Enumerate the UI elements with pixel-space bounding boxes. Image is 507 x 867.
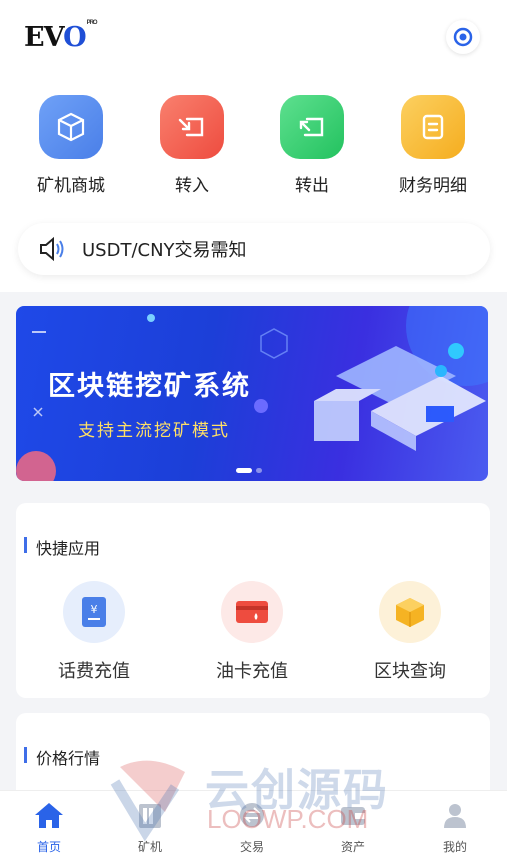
banner-subtitle: 支持主流挖矿模式 — [78, 421, 230, 441]
carousel-indicator[interactable] — [236, 468, 262, 473]
shortcuts-title: 快捷应用 — [23, 535, 100, 559]
tab-label: 我的 — [442, 840, 467, 854]
quick-actions: 矿机商城 转入 转出 财务明细 — [0, 95, 507, 205]
quick-action-mall[interactable]: 矿机商城 — [16, 95, 126, 196]
wallet-icon — [341, 807, 365, 825]
tab-label: 交易 — [239, 840, 264, 854]
logo-text: EVO — [24, 22, 87, 53]
avatar-icon — [453, 27, 473, 47]
speaker-icon — [40, 236, 64, 262]
notice-bar[interactable]: USDT/CNY交易需知 — [18, 223, 490, 275]
svg-text:¥: ¥ — [91, 603, 98, 616]
cube-icon — [39, 95, 103, 159]
promo-banner[interactable]: 区块链挖矿系统 支持主流挖矿模式 — [16, 306, 488, 481]
quick-action-label: 转入 — [175, 176, 209, 196]
shortcut-label: 油卡充值 — [216, 661, 288, 682]
transfer-out-icon — [280, 95, 344, 159]
quick-action-label: 财务明细 — [399, 176, 467, 196]
shortcut-label: 区块查询 — [374, 661, 446, 682]
tab-assets[interactable]: 资产 — [313, 799, 393, 855]
block-query-icon — [379, 581, 441, 643]
document-icon — [401, 95, 465, 159]
bottom-tab-bar: 首页 矿机 交易 资产 我的 — [0, 790, 507, 867]
top-section: EVOPRO 矿机商城 转入 转出 财务明细 USDT/CNY交易需知 — [0, 0, 507, 292]
shortcut-phone-recharge[interactable]: ¥ 话费充值 — [19, 581, 169, 683]
phone-recharge-icon: ¥ — [63, 581, 125, 643]
tab-miner[interactable]: 矿机 — [110, 799, 190, 855]
tab-profile[interactable]: 我的 — [415, 799, 495, 855]
home-icon — [35, 803, 63, 828]
fuel-card-icon — [221, 581, 283, 643]
carousel-dot[interactable] — [256, 468, 262, 473]
quick-action-transfer-out[interactable]: 转出 — [257, 95, 367, 196]
tab-label: 矿机 — [137, 840, 162, 854]
tab-trade[interactable]: 交易 — [212, 799, 292, 855]
shortcut-label: 话费充值 — [58, 661, 130, 682]
profile-avatar-button[interactable] — [446, 20, 480, 54]
user-icon — [444, 804, 466, 828]
shortcut-block-query[interactable]: 区块查询 — [335, 581, 485, 683]
trade-icon — [240, 803, 264, 827]
banner-title: 区块链挖矿系统 — [48, 371, 251, 402]
logo-badge: PRO — [86, 20, 98, 26]
carousel-dot[interactable] — [236, 468, 252, 473]
transfer-in-icon — [160, 95, 224, 159]
tab-label: 资产 — [340, 840, 365, 854]
shortcut-fuel-card[interactable]: 油卡充值 — [177, 581, 327, 683]
quick-action-transfer-in[interactable]: 转入 — [137, 95, 247, 196]
tab-label: 首页 — [36, 840, 61, 854]
market-title: 价格行情 — [23, 745, 100, 769]
app-logo: EVOPRO — [24, 20, 98, 53]
quick-action-label: 矿机商城 — [37, 176, 105, 196]
tab-home[interactable]: 首页 — [9, 799, 89, 855]
notice-text: USDT/CNY交易需知 — [82, 240, 247, 261]
quick-action-label: 转出 — [295, 176, 329, 196]
quick-action-finance[interactable]: 财务明细 — [378, 95, 488, 196]
miner-icon — [139, 804, 161, 828]
